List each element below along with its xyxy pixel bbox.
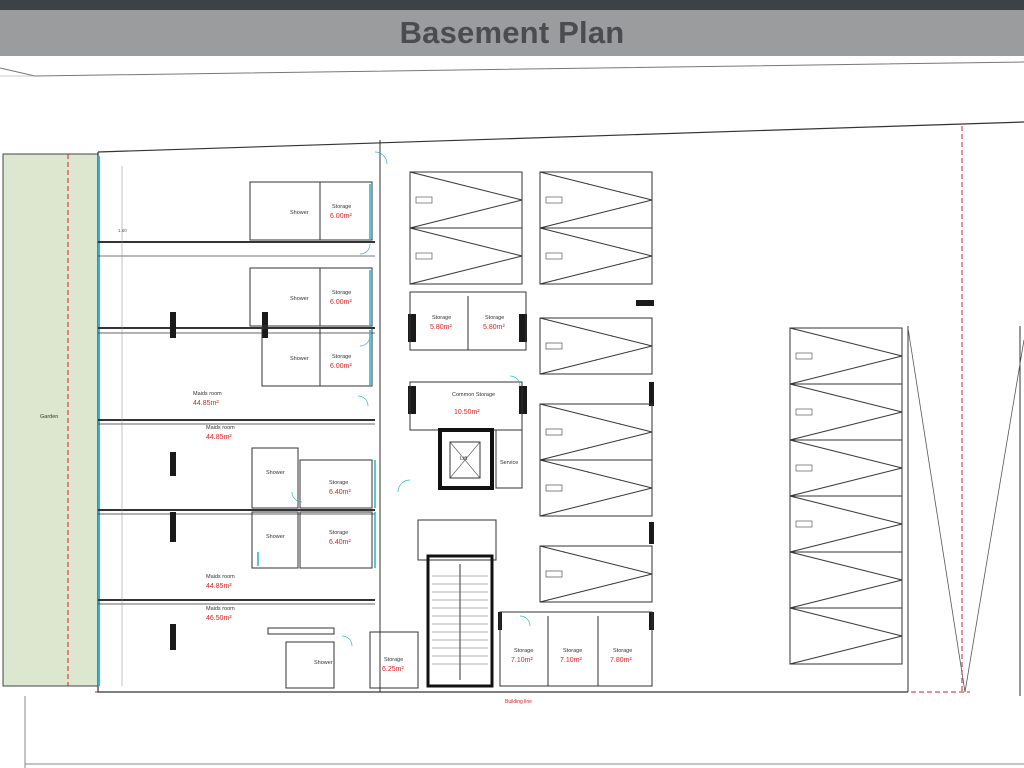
site-boundary (0, 61, 1024, 77)
storage-2-name: Storage (332, 290, 351, 296)
maids-room-3-name: Maids room (206, 574, 235, 580)
maids-room-4-name: Maids room (206, 606, 235, 612)
storage-4-area: 6.40m² (329, 489, 351, 496)
service-block-1 (249, 181, 373, 387)
storage-8-name: Storage (485, 315, 504, 321)
storage-5-name: Storage (329, 530, 348, 536)
lift-label: Lift (460, 456, 468, 462)
maids-room-2-area: 44.85m² (206, 434, 232, 441)
storage-11-area: 7.80m² (610, 657, 632, 664)
storage-10-name: Storage (563, 648, 582, 654)
storage-9-area: 7.10m² (511, 657, 533, 664)
shower-2-label: Shower (290, 296, 309, 302)
storage-10-area: 7.10m² (560, 657, 582, 664)
storage-2-area: 6.00m² (330, 299, 352, 306)
storage-3-name: Storage (332, 354, 351, 360)
storage-3-area: 6.00m² (330, 363, 352, 370)
storage-1-area: 6.00m² (330, 213, 352, 220)
building-envelope-top (97, 121, 1024, 153)
building-line-bottom-label: Building line (505, 699, 532, 705)
storage-8-area: 5.80m² (483, 324, 505, 331)
floor-plan: Garden Building line 1.60 Storage 6.00m²… (0, 61, 1024, 768)
storage-5-area: 6.40m² (329, 539, 351, 546)
storage-7-name: Storage (432, 315, 451, 321)
storage-6-name: Storage (384, 657, 403, 663)
storage-7-area: 5.80m² (430, 324, 452, 331)
title-banner: Basement Plan (0, 10, 1024, 56)
lift-core (438, 428, 523, 490)
parking-bay-single (539, 317, 653, 375)
common-storage-name: Common Storage (452, 392, 495, 398)
room-inner-lines (98, 255, 375, 605)
shower-4-label: Shower (266, 470, 285, 476)
shower-5-label: Shower (266, 534, 285, 540)
storage-4-name: Storage (329, 480, 348, 486)
dimension-lines (100, 166, 375, 686)
garden-area (2, 153, 99, 687)
storage-1-name: Storage (332, 204, 351, 210)
maids-room-2-name: Maids room (206, 425, 235, 431)
maids-room-4-area: 46.50m² (206, 615, 232, 622)
ramp-triangle (907, 327, 1024, 693)
parking-bays-right (789, 327, 903, 665)
stair-core (417, 519, 497, 688)
structural-columns (170, 300, 654, 650)
garden-label: Garden (40, 414, 58, 420)
storage-pair (409, 291, 527, 351)
storage-9-name: Storage (514, 648, 533, 654)
page-title: Basement Plan (399, 15, 625, 50)
storage-11-name: Storage (613, 648, 632, 654)
maids-room-1-area: 44.85m² (193, 400, 219, 407)
maids-room-1-name: Maids room (193, 391, 222, 397)
common-storage-area: 10.50m² (454, 409, 480, 416)
shower-1-label: Shower (290, 210, 309, 216)
shower-6-label: Shower (314, 660, 333, 666)
parking-bays-middle (539, 403, 653, 603)
parking-bays-top (409, 171, 653, 285)
maids-room-3-area: 44.85m² (206, 583, 232, 590)
common-storage-room (409, 381, 523, 431)
dimension-text: 1.60 (118, 228, 127, 233)
top-dark-bar (0, 0, 1024, 10)
service-label: Service (500, 460, 518, 466)
shower-3-label: Shower (290, 356, 309, 362)
storage-6-area: 6.25m² (382, 666, 404, 673)
